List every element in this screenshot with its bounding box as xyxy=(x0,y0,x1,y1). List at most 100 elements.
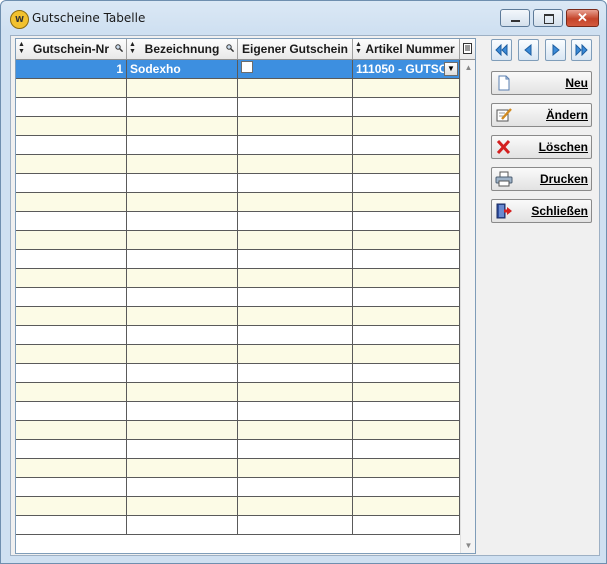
cell-artikel-nummer[interactable] xyxy=(353,383,460,401)
table-row[interactable] xyxy=(16,155,460,174)
cell-artikel-nummer[interactable] xyxy=(353,478,460,496)
cell-gutschein-nr[interactable] xyxy=(16,326,127,344)
cell-artikel-nummer[interactable] xyxy=(353,364,460,382)
cell-eigener-gutschein[interactable] xyxy=(238,421,353,439)
cell-eigener-gutschein[interactable] xyxy=(238,231,353,249)
cell-artikel-nummer[interactable] xyxy=(353,250,460,268)
vertical-scrollbar[interactable]: ▲ ▼ xyxy=(460,60,475,553)
cell-eigener-gutschein[interactable] xyxy=(238,193,353,211)
cell-artikel-nummer[interactable] xyxy=(353,459,460,477)
cell-artikel-nummer[interactable] xyxy=(353,98,460,116)
scroll-down-icon[interactable]: ▼ xyxy=(461,538,475,553)
first-record-button[interactable] xyxy=(491,39,512,61)
chevron-down-icon[interactable]: ▼ xyxy=(444,62,458,76)
cell-bezeichnung[interactable] xyxy=(127,269,238,287)
cell-artikel-nummer[interactable] xyxy=(353,402,460,420)
cell-gutschein-nr[interactable] xyxy=(16,250,127,268)
cell-gutschein-nr[interactable] xyxy=(16,421,127,439)
table-row[interactable] xyxy=(16,326,460,345)
cell-bezeichnung[interactable] xyxy=(127,345,238,363)
delete-button[interactable]: Löschen xyxy=(491,135,592,159)
cell-bezeichnung[interactable]: Sodexho xyxy=(127,60,238,78)
cell-gutschein-nr[interactable] xyxy=(16,516,127,534)
table-row[interactable] xyxy=(16,402,460,421)
cell-eigener-gutschein[interactable] xyxy=(238,440,353,458)
col-header-gutschein-nr[interactable]: ▲ ▼ Gutschein-Nr xyxy=(16,39,127,59)
cell-artikel-nummer[interactable] xyxy=(353,497,460,515)
cell-artikel-nummer[interactable]: 111050 - GUTSC ▼ xyxy=(353,60,460,78)
cell-eigener-gutschein[interactable] xyxy=(238,288,353,306)
cell-gutschein-nr[interactable] xyxy=(16,174,127,192)
table-row[interactable] xyxy=(16,288,460,307)
cell-bezeichnung[interactable] xyxy=(127,193,238,211)
table-row[interactable] xyxy=(16,98,460,117)
cell-bezeichnung[interactable] xyxy=(127,307,238,325)
cell-eigener-gutschein[interactable] xyxy=(238,497,353,515)
cell-eigener-gutschein[interactable] xyxy=(238,402,353,420)
cell-artikel-nummer[interactable] xyxy=(353,79,460,97)
cell-bezeichnung[interactable] xyxy=(127,516,238,534)
cell-bezeichnung[interactable] xyxy=(127,497,238,515)
cell-gutschein-nr[interactable] xyxy=(16,98,127,116)
cell-gutschein-nr[interactable] xyxy=(16,402,127,420)
table-row[interactable] xyxy=(16,478,460,497)
cell-eigener-gutschein[interactable] xyxy=(238,136,353,154)
cell-bezeichnung[interactable] xyxy=(127,478,238,496)
cell-eigener-gutschein[interactable] xyxy=(238,459,353,477)
cell-eigener-gutschein[interactable] xyxy=(238,98,353,116)
table-row[interactable] xyxy=(16,269,460,288)
cell-eigener-gutschein[interactable] xyxy=(238,345,353,363)
edit-button[interactable]: Ändern xyxy=(491,103,592,127)
cell-bezeichnung[interactable] xyxy=(127,231,238,249)
cell-bezeichnung[interactable] xyxy=(127,326,238,344)
cell-gutschein-nr[interactable] xyxy=(16,497,127,515)
cell-eigener-gutschein[interactable] xyxy=(238,326,353,344)
cell-artikel-nummer[interactable] xyxy=(353,421,460,439)
table-row[interactable] xyxy=(16,459,460,478)
cell-artikel-nummer[interactable] xyxy=(353,288,460,306)
cell-gutschein-nr[interactable] xyxy=(16,288,127,306)
scroll-up-icon[interactable]: ▲ xyxy=(461,60,475,75)
cell-eigener-gutschein[interactable] xyxy=(238,79,353,97)
print-button[interactable]: Drucken xyxy=(491,167,592,191)
table-row[interactable] xyxy=(16,345,460,364)
cell-eigener-gutschein[interactable] xyxy=(238,60,353,78)
cell-artikel-nummer[interactable] xyxy=(353,307,460,325)
cell-gutschein-nr[interactable] xyxy=(16,155,127,173)
cell-artikel-nummer[interactable] xyxy=(353,155,460,173)
cell-gutschein-nr[interactable] xyxy=(16,459,127,477)
table-row[interactable] xyxy=(16,79,460,98)
cell-artikel-nummer[interactable] xyxy=(353,136,460,154)
cell-gutschein-nr[interactable] xyxy=(16,79,127,97)
cell-eigener-gutschein[interactable] xyxy=(238,516,353,534)
cell-eigener-gutschein[interactable] xyxy=(238,174,353,192)
cell-artikel-nummer[interactable] xyxy=(353,516,460,534)
search-icon[interactable] xyxy=(226,44,234,52)
cell-artikel-nummer[interactable] xyxy=(353,269,460,287)
cell-bezeichnung[interactable] xyxy=(127,402,238,420)
table-row[interactable] xyxy=(16,136,460,155)
cell-eigener-gutschein[interactable] xyxy=(238,478,353,496)
cell-gutschein-nr[interactable] xyxy=(16,478,127,496)
title-bar[interactable]: W Gutscheine Tabelle ✕ xyxy=(1,1,606,35)
cell-artikel-nummer[interactable] xyxy=(353,345,460,363)
cell-gutschein-nr[interactable] xyxy=(16,231,127,249)
cell-bezeichnung[interactable] xyxy=(127,212,238,230)
cell-artikel-nummer[interactable] xyxy=(353,193,460,211)
cell-eigener-gutschein[interactable] xyxy=(238,155,353,173)
close-dialog-button[interactable]: Schließen xyxy=(491,199,592,223)
cell-gutschein-nr[interactable]: 1 xyxy=(16,60,127,78)
cell-artikel-nummer[interactable] xyxy=(353,117,460,135)
cell-gutschein-nr[interactable] xyxy=(16,364,127,382)
cell-bezeichnung[interactable] xyxy=(127,174,238,192)
cell-artikel-nummer[interactable] xyxy=(353,174,460,192)
table-row[interactable] xyxy=(16,421,460,440)
cell-gutschein-nr[interactable] xyxy=(16,117,127,135)
table-row[interactable]: 1 Sodexho 111050 - GUTSC ▼ xyxy=(16,60,460,79)
cell-bezeichnung[interactable] xyxy=(127,364,238,382)
minimize-button[interactable] xyxy=(500,9,530,27)
table-row[interactable] xyxy=(16,497,460,516)
cell-bezeichnung[interactable] xyxy=(127,421,238,439)
column-chooser-icon[interactable] xyxy=(460,39,475,59)
cell-eigener-gutschein[interactable] xyxy=(238,212,353,230)
